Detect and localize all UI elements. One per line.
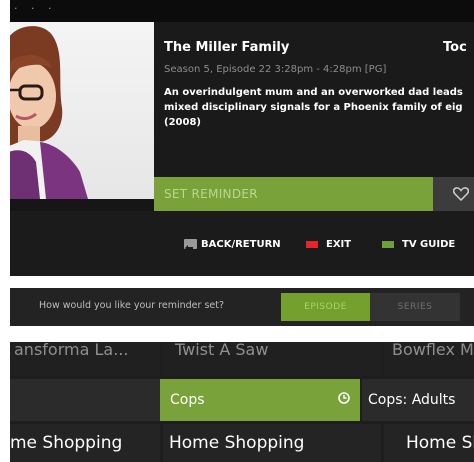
exit-label[interactable]: EXIT bbox=[326, 239, 351, 250]
airing-day: Toc bbox=[443, 40, 467, 55]
favourite-button[interactable] bbox=[433, 177, 474, 211]
set-reminder-button[interactable]: SET REMINDER bbox=[154, 177, 433, 211]
tv-guide-grid: ansforma La... Twist A Saw Bowflex Ma Co… bbox=[10, 342, 474, 462]
heart-icon bbox=[453, 187, 469, 201]
programme-description: An overindulgent mum and an overworked d… bbox=[164, 85, 474, 130]
series-option[interactable]: SERIES bbox=[370, 293, 460, 321]
back-return-label[interactable]: BACK/RETURN bbox=[201, 239, 281, 250]
grid-cell[interactable]: Home Shopping bbox=[163, 424, 381, 462]
exit-key-icon bbox=[306, 241, 318, 248]
programme-details: The Miller Family Toc Season 5, Episode … bbox=[154, 22, 474, 199]
description-line: (2008) bbox=[164, 117, 201, 128]
grid-cell[interactable]: ansforma La... bbox=[10, 342, 160, 376]
grid-cell[interactable]: Cops: Adults bbox=[362, 379, 474, 421]
actor-image bbox=[10, 26, 88, 199]
description-line: mixed disciplinary signals for a Phoenix… bbox=[164, 102, 463, 113]
episode-option[interactable]: EPISODE bbox=[281, 293, 370, 321]
description-line: An overindulgent mum and an overworked d… bbox=[164, 87, 463, 98]
reminder-clock-icon bbox=[338, 392, 350, 404]
programme-info-panel: · · · The Miller Family Toc Season 5, Ep… bbox=[10, 0, 474, 276]
back-return-icon bbox=[184, 239, 197, 251]
top-bar-marks: · · · bbox=[14, 2, 57, 15]
programme-title: The Miller Family bbox=[164, 40, 290, 55]
tv-guide-label[interactable]: TV GUIDE bbox=[402, 239, 455, 250]
grid-cell[interactable]: Home Sh bbox=[384, 424, 474, 462]
grid-cell[interactable]: Bowflex Ma bbox=[384, 342, 474, 376]
grid-cell-empty[interactable] bbox=[10, 379, 160, 421]
tv-guide-key-icon bbox=[382, 241, 394, 248]
grid-cell[interactable]: Twist A Saw bbox=[163, 342, 381, 376]
programme-name: Cops bbox=[170, 392, 205, 408]
grid-cell-selected[interactable]: Cops bbox=[160, 379, 360, 421]
reminder-prompt-bar: How would you like your reminder set? EP… bbox=[10, 288, 474, 326]
reminder-question: How would you like your reminder set? bbox=[39, 300, 225, 311]
grid-cell[interactable]: me Shopping bbox=[10, 424, 160, 462]
remote-key-legend: BACK/RETURN EXIT TV GUIDE bbox=[10, 211, 474, 276]
programme-thumbnail bbox=[10, 22, 154, 199]
top-bar: · · · bbox=[10, 0, 474, 22]
episode-line: Season 5, Episode 22 3:28pm - 4:28pm [PG… bbox=[164, 64, 387, 75]
